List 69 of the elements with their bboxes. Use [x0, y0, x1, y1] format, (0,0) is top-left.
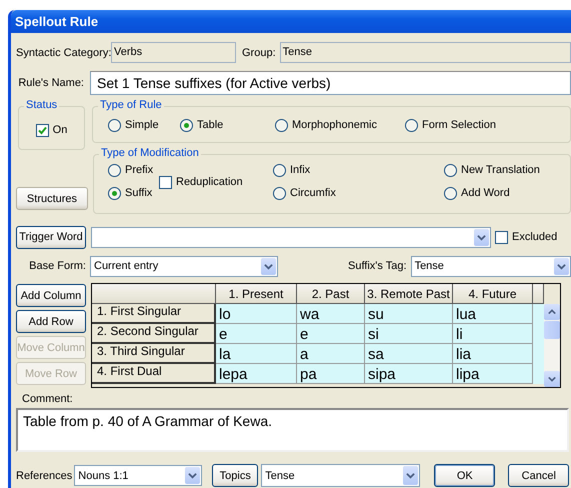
field-label: Comment: [22, 393, 74, 405]
trigger-word-dropdown[interactable] [91, 226, 491, 248]
table-cell[interactable]: sa [365, 344, 453, 364]
trigger-word-button[interactable]: Trigger Word [16, 226, 86, 248]
scroll-up-icon[interactable] [544, 304, 560, 320]
column-header [533, 284, 544, 304]
table-cell[interactable]: li [453, 324, 533, 344]
radio-option[interactable]: Suffix [108, 187, 159, 200]
scroll-down-icon[interactable] [544, 371, 560, 387]
group-title: Type of Rule [98, 99, 164, 111]
radio-option[interactable]: Form Selection [405, 119, 570, 132]
radio-option[interactable]: Circumfix [273, 187, 444, 200]
checkbox-option[interactable]: Excluded [495, 230, 558, 244]
structures-button[interactable]: Structures [16, 187, 88, 210]
references-dropdown[interactable]: Nouns 1:1 [74, 465, 202, 486]
field-label: Syntactic Category: [16, 46, 111, 58]
name-field[interactable]: Set 1 Tense suffixes (for Active verbs) [90, 71, 571, 95]
table-cell[interactable]: su [365, 304, 453, 324]
radio-option[interactable]: Morphophonemic [275, 119, 405, 132]
table-action-button[interactable]: Add Column [16, 284, 86, 307]
row-header[interactable]: 1. First Singular [92, 304, 216, 324]
table-cell[interactable]: a [297, 344, 365, 364]
row-header[interactable]: 4. First Dual [92, 364, 216, 384]
window-title: Spellout Rule [15, 14, 98, 29]
group-title: Status [24, 99, 60, 111]
dialog-button[interactable]: OK [434, 464, 496, 487]
table-cell[interactable]: pa [297, 364, 365, 384]
radio-option[interactable]: Prefix [108, 164, 159, 177]
dialog-button[interactable]: Cancel [508, 464, 570, 487]
scrollbar[interactable] [544, 304, 560, 387]
table-cell[interactable]: la [216, 344, 297, 364]
radio-option[interactable]: Infix [273, 164, 444, 177]
readonly-field: Tense [280, 42, 571, 63]
field-label: Base Form: [28, 260, 86, 272]
topics-button[interactable]: Topics [212, 464, 258, 487]
scroll-thumb[interactable] [544, 321, 560, 339]
radio-option[interactable]: Table [180, 119, 275, 132]
table-cell[interactable]: si [365, 324, 453, 344]
table-cell[interactable]: lua [453, 304, 533, 324]
table-cell[interactable]: lipa [453, 364, 533, 384]
readonly-field: Verbs [111, 42, 236, 63]
radio-option[interactable]: Add Word [444, 187, 570, 200]
radio-option[interactable]: New Translation [444, 164, 570, 177]
comment-field[interactable]: Table from p. 40 of A Grammar of Kewa. [16, 408, 569, 452]
field-label: Suffix's Tag: [347, 260, 407, 272]
group-title: Type of Modification [99, 147, 201, 159]
table-cell[interactable]: wa [297, 304, 365, 324]
column-header[interactable]: 1. Present [216, 284, 297, 304]
row-header[interactable]: 3. Third Singular [92, 344, 216, 364]
field-label: References [16, 470, 72, 482]
checkbox-option[interactable]: Reduplication [159, 176, 273, 188]
checkbox-option[interactable]: On [36, 124, 68, 136]
table-cell[interactable]: e [297, 324, 365, 344]
table-action-button[interactable]: Add Row [16, 310, 86, 333]
table-cell[interactable]: lepa [216, 364, 297, 384]
topics-dropdown[interactable]: Tense [261, 464, 420, 487]
column-header[interactable]: 3. Remote Past [365, 284, 453, 304]
table-cell[interactable]: sipa [365, 364, 453, 384]
field-label: Rule's Name: [17, 77, 84, 89]
table-cell[interactable]: lo [216, 304, 297, 324]
column-header[interactable]: 4. Future [453, 284, 533, 304]
field-label: Group: [242, 46, 276, 58]
column-header[interactable]: 2. Past [297, 284, 365, 304]
row-header[interactable]: 2. Second Singular [92, 324, 216, 344]
table-cell[interactable]: lia [453, 344, 533, 364]
suffix-tag-dropdown[interactable]: Tense [410, 256, 571, 276]
radio-option[interactable]: Simple [108, 119, 180, 132]
table-cell[interactable]: e [216, 324, 297, 344]
base-form-dropdown[interactable]: Current entry [90, 256, 278, 276]
